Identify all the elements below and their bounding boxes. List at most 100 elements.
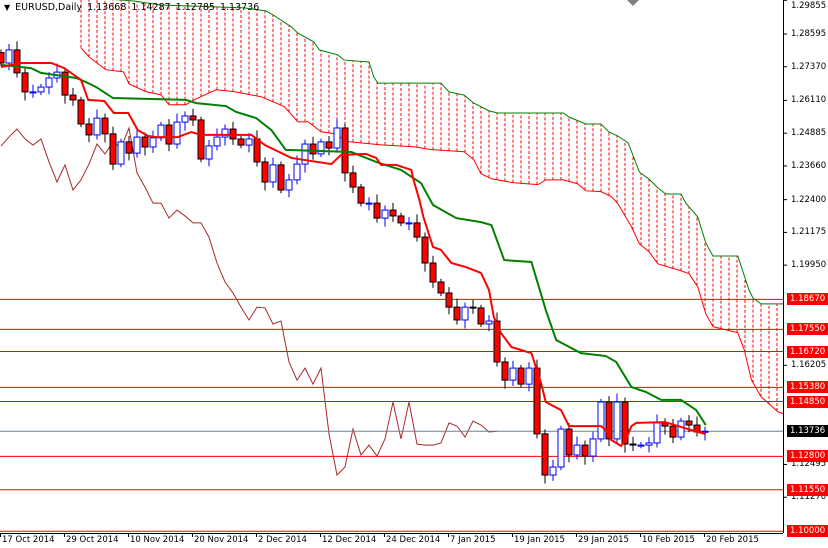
bearish-candle: [413, 222, 421, 238]
bearish-candle: [453, 306, 461, 321]
bullish-candle: [5, 49, 13, 64]
bullish-candle: [509, 367, 517, 381]
date-axis-label: 2 Dec 2014: [258, 535, 307, 545]
bearish-candle: [685, 420, 693, 426]
triangle-down-icon[interactable]: ▼: [4, 3, 10, 12]
bearish-candle: [325, 141, 333, 149]
bearish-candle: [141, 136, 149, 148]
bearish-candle: [0, 52, 5, 64]
bearish-candle: [277, 164, 285, 191]
bearish-candle: [581, 444, 589, 457]
symbol-label: EURUSD,Daily: [15, 2, 83, 13]
bearish-candle: [165, 124, 173, 145]
price-axis-label: 1.19950: [791, 260, 827, 271]
bearish-candle: [437, 281, 445, 294]
level-price-tag: 1.15380: [787, 381, 828, 394]
bearish-candle: [421, 236, 429, 264]
price-axis-label: 1.23660: [791, 160, 827, 171]
price-axis-label: 1.21175: [791, 227, 827, 238]
bullish-candle: [173, 121, 181, 145]
bullish-candle: [701, 430, 709, 433]
chart-header: ▼ EURUSD,Daily 1.13668 1.14287 1.12785 1.1373…: [4, 2, 264, 13]
bullish-candle: [29, 91, 37, 94]
date-axis-label: 24 Dec 2014: [386, 535, 441, 545]
bullish-candle: [461, 306, 469, 321]
date-axis-label: 7 Jan 2015: [450, 535, 496, 545]
bullish-candle: [93, 117, 101, 136]
date-axis-label: 29 Oct 2014: [66, 535, 119, 545]
bullish-candle: [133, 136, 141, 154]
bullish-candle: [485, 320, 493, 325]
date-axis-label: 20 Nov 2014: [194, 535, 249, 545]
mt4-chart-window[interactable]: ▼ EURUSD,Daily 1.13668 1.14287 1.12785 1.1373…: [0, 0, 828, 548]
bearish-candle: [309, 143, 317, 155]
bullish-candle: [573, 444, 581, 456]
bearish-candle: [565, 428, 573, 456]
level-price-tag: 1.18670: [787, 293, 828, 306]
bearish-candle: [189, 115, 197, 121]
bullish-candle: [597, 401, 605, 440]
bearish-candle: [125, 141, 133, 154]
bearish-candle: [469, 306, 477, 309]
bearish-candle: [429, 262, 437, 283]
bullish-candle: [677, 420, 685, 438]
date-axis-label: 20 Feb 2015: [706, 535, 759, 545]
bearish-candle: [253, 138, 261, 163]
plot-area: [0, 0, 783, 532]
bullish-candle: [285, 179, 293, 191]
bullish-candle: [549, 466, 557, 476]
bullish-candle: [117, 141, 125, 165]
level-price-tag: 1.17550: [787, 323, 828, 336]
current-price-tag: 1.13736: [787, 425, 828, 438]
chikou-span-line: [0, 126, 498, 477]
bullish-candle: [557, 428, 565, 468]
level-price-tag: 1.14850: [787, 395, 828, 408]
level-price-tag: 1.11550: [787, 483, 828, 496]
bearish-candle: [69, 94, 77, 101]
bearish-candle: [445, 292, 453, 308]
low-value: 1.12785: [175, 2, 215, 13]
bullish-candle: [213, 136, 221, 147]
date-axis-label: 19 Jan 2015: [514, 535, 565, 545]
bullish-candle: [525, 367, 533, 385]
level-price-tag: 1.10000: [787, 525, 828, 538]
bullish-candle: [181, 115, 189, 123]
bearish-candle: [397, 215, 405, 224]
bullish-candle: [645, 442, 653, 446]
bullish-candle: [333, 127, 341, 149]
bearish-candle: [101, 117, 109, 135]
bullish-candle: [381, 209, 389, 219]
bearish-candle: [669, 425, 677, 438]
bullish-candle: [637, 444, 645, 447]
price-axis-label: 1.16205: [791, 360, 827, 371]
bearish-candle: [541, 433, 549, 476]
date-axis-label: 12 Dec 2014: [322, 535, 377, 545]
bearish-candle: [373, 202, 381, 219]
bullish-candle: [269, 164, 277, 183]
bearish-candle: [77, 99, 85, 125]
bearish-candle: [261, 161, 269, 183]
high-value: 1.14287: [131, 2, 171, 13]
bullish-candle: [613, 401, 621, 440]
price-axis-label: 1.29855: [791, 1, 827, 11]
bearish-candle: [349, 172, 357, 188]
bullish-candle: [365, 202, 373, 205]
close-value: 1.13736: [219, 2, 260, 13]
bearish-candle: [109, 133, 117, 165]
bullish-candle: [245, 138, 253, 146]
bullish-candle: [149, 137, 157, 148]
price-axis-label: 1.24885: [791, 128, 827, 139]
level-price-tag: 1.12800: [787, 450, 828, 463]
price-axis-label: 1.22400: [791, 194, 827, 205]
date-axis-label: 10 Nov 2014: [130, 535, 185, 545]
bearish-candle: [357, 186, 365, 204]
bullish-candle: [205, 145, 213, 160]
price-axis-label: 1.27370: [791, 61, 827, 72]
bearish-candle: [341, 127, 349, 174]
price-axis-label: 1.26110: [791, 95, 827, 106]
bullish-candle: [37, 86, 45, 93]
bearish-candle: [237, 138, 245, 146]
bearish-candle: [389, 209, 397, 217]
price-chart[interactable]: [0, 0, 828, 548]
bearish-candle: [197, 119, 205, 160]
